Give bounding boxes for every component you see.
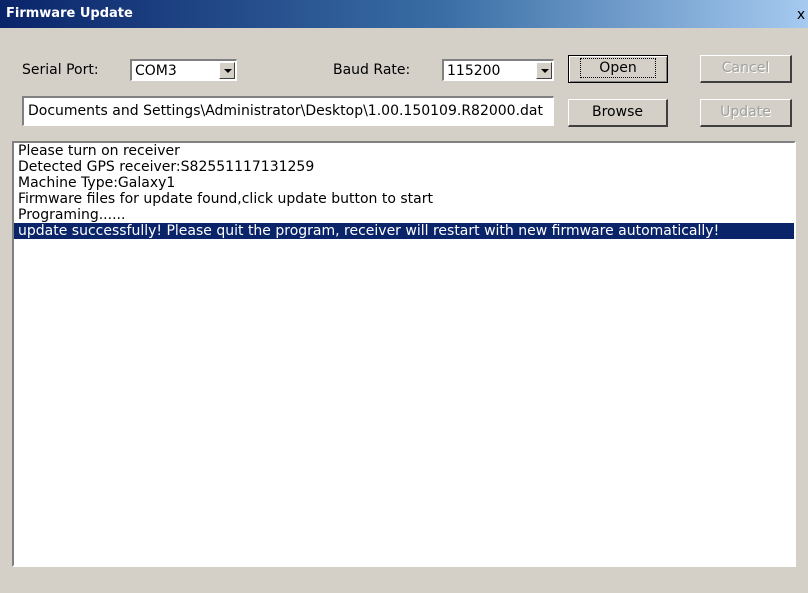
update-button-label: Update [720,104,771,120]
serial-port-label: Serial Port: [22,62,99,78]
log-line[interactable]: Programing...... [14,207,794,223]
serial-port-value: COM3 [135,63,177,79]
baud-rate-select[interactable]: 115200 [442,59,554,81]
cancel-button[interactable]: Cancel [700,55,792,83]
log-list[interactable]: Please turn on receiver Detected GPS rece… [12,141,796,567]
browse-button[interactable]: Browse [568,99,668,127]
log-lines: Please turn on receiver Detected GPS rece… [14,143,794,239]
file-path-value: Documents and Settings\Administrator\Des… [28,103,543,119]
baud-rate-label: Baud Rate: [333,62,411,78]
open-button-label: Open [580,58,656,78]
update-button[interactable]: Update [700,99,792,127]
cancel-button-label: Cancel [721,60,770,76]
chevron-down-icon[interactable] [219,62,235,79]
log-line[interactable]: Firmware files for update found,click up… [14,191,794,207]
log-line[interactable]: Please turn on receiver [14,143,794,159]
title-bar[interactable]: Firmware Update [0,0,808,28]
serial-port-select[interactable]: COM3 [130,59,237,81]
log-line[interactable]: update successfully! Please quit the pro… [14,223,794,239]
log-line[interactable]: Machine Type:Galaxy1 [14,175,794,191]
browse-button-label: Browse [592,104,643,120]
chevron-down-icon[interactable] [536,62,552,79]
close-icon[interactable]: x [794,8,808,22]
open-button[interactable]: Open [568,55,668,83]
baud-rate-value: 115200 [447,63,501,79]
window-title: Firmware Update [6,6,133,21]
file-path-field[interactable]: Documents and Settings\Administrator\Des… [22,96,554,126]
log-line[interactable]: Detected GPS receiver:S82551117131259 [14,159,794,175]
